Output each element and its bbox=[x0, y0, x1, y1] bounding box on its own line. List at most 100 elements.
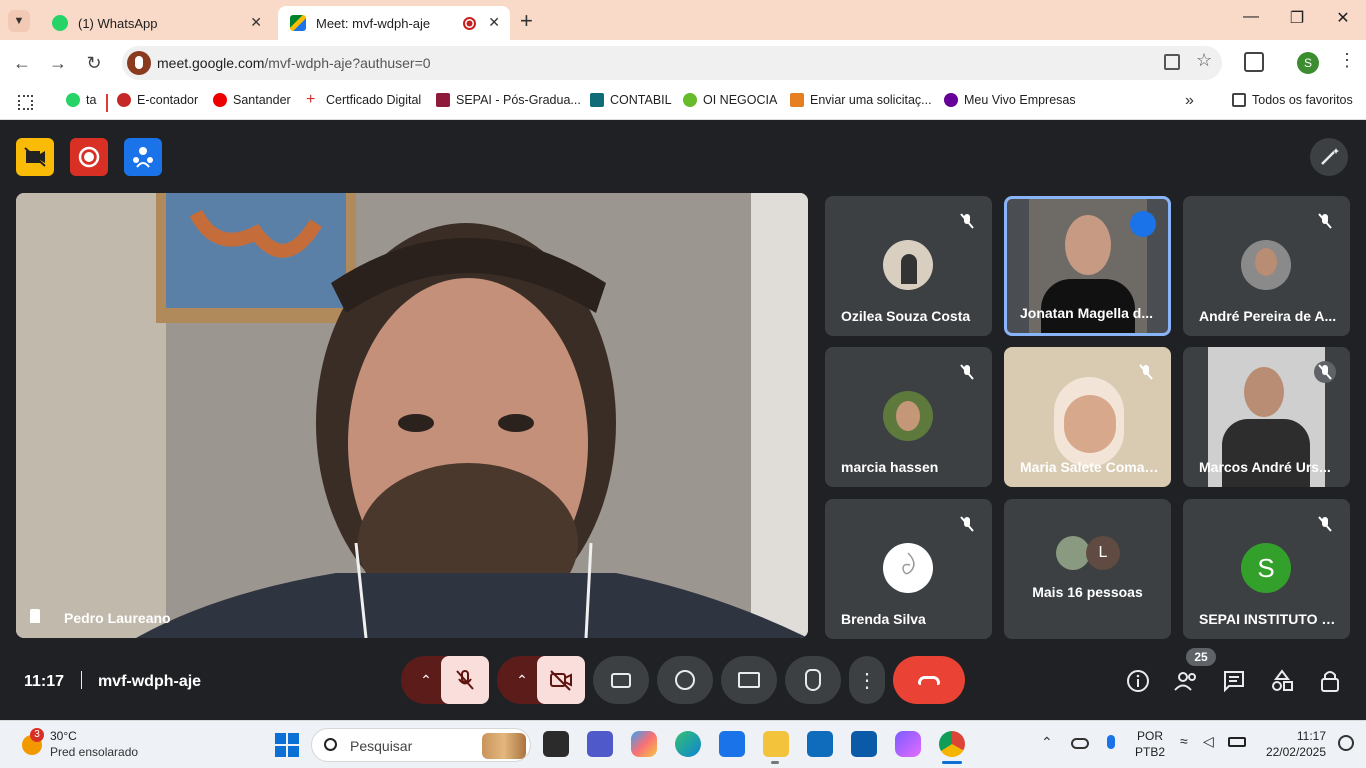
bookmark-divider bbox=[106, 94, 108, 112]
onedrive-icon[interactable] bbox=[1071, 738, 1089, 749]
active-app-indicator bbox=[771, 761, 779, 764]
chrome-icon[interactable] bbox=[939, 731, 965, 757]
outlook-icon[interactable] bbox=[807, 731, 833, 757]
system-clock[interactable]: 11:17 22/02/2025 bbox=[1256, 729, 1326, 759]
participant-name: SEPAI INSTITUTO S... bbox=[1199, 611, 1339, 627]
bookmark-e-contador[interactable]: E-contador bbox=[117, 93, 198, 107]
participant-tile[interactable]: Marcos André Urs... bbox=[1183, 347, 1350, 487]
mic-off-icon bbox=[956, 361, 978, 383]
activities-icon[interactable] bbox=[1269, 668, 1295, 694]
more-options-button[interactable]: ⋮ bbox=[849, 656, 885, 704]
end-call-icon bbox=[918, 675, 940, 685]
restore-button[interactable]: ❐ bbox=[1274, 8, 1320, 28]
whiteboard-button[interactable] bbox=[1310, 138, 1348, 176]
minimize-button[interactable]: — bbox=[1228, 8, 1274, 26]
participant-tile[interactable]: Brenda Silva bbox=[825, 499, 992, 639]
menu-icon[interactable]: ⋮ bbox=[1338, 50, 1356, 71]
hide-self-view-button[interactable] bbox=[16, 138, 54, 176]
bookmark-star-icon[interactable]: ☆ bbox=[1196, 50, 1212, 71]
outlook-classic-icon[interactable] bbox=[851, 731, 877, 757]
participant-tile[interactable]: André Pereira de A... bbox=[1183, 196, 1350, 336]
participant-tile[interactable]: Ozilea Souza Costa bbox=[825, 196, 992, 336]
recording-button[interactable] bbox=[70, 138, 108, 176]
mic-off-icon bbox=[956, 513, 978, 535]
pin-icon[interactable] bbox=[30, 609, 40, 623]
all-bookmarks[interactable]: Todos os favoritos bbox=[1232, 93, 1353, 107]
participant-tile[interactable]: marcia hassen bbox=[825, 347, 992, 487]
mic-toggle-button[interactable] bbox=[441, 656, 489, 704]
reload-button[interactable]: ↻ bbox=[81, 50, 107, 76]
meeting-details-icon[interactable] bbox=[1125, 668, 1151, 694]
open-in-app-icon[interactable] bbox=[1164, 54, 1180, 70]
chevron-up-icon[interactable]: ⌃ bbox=[1041, 734, 1053, 751]
host-controls-button[interactable] bbox=[124, 138, 162, 176]
bookmark-sepai[interactable]: SEPAI - Pós-Gradua... bbox=[436, 93, 581, 107]
file-explorer-icon[interactable] bbox=[763, 731, 789, 757]
tab-title: Meet: mvf-wdph-aje bbox=[316, 15, 431, 31]
keyboard-layout: PTB2 bbox=[1134, 745, 1165, 759]
volume-icon[interactable]: ◁ bbox=[1203, 733, 1214, 750]
leave-call-button[interactable] bbox=[893, 656, 965, 704]
language-indicator[interactable]: POR PTB2 bbox=[1132, 729, 1168, 759]
forward-button[interactable]: → bbox=[45, 50, 71, 76]
bookmark-enviar[interactable]: Enviar uma solicitaç... bbox=[790, 93, 932, 107]
task-view-icon[interactable] bbox=[543, 731, 569, 757]
vivo-icon bbox=[944, 93, 958, 107]
avatar bbox=[883, 391, 933, 441]
edge-icon[interactable] bbox=[675, 731, 701, 757]
weather-text: Pred ensolarado bbox=[50, 745, 139, 759]
url-path: /mvf-wdph-aje?authuser=0 bbox=[264, 55, 431, 71]
close-window-button[interactable]: ✕ bbox=[1320, 8, 1366, 28]
teams-icon[interactable] bbox=[587, 731, 613, 757]
host-lock-icon[interactable] bbox=[1317, 668, 1343, 694]
bookmark-certificado[interactable]: + Certficado Digital bbox=[306, 92, 421, 108]
people-icon[interactable] bbox=[1173, 668, 1199, 694]
participant-tile-speaking[interactable]: Jonatan Magella d... bbox=[1004, 196, 1171, 336]
taskbar-search[interactable]: Pesquisar bbox=[311, 728, 531, 762]
captions-button[interactable] bbox=[593, 656, 649, 704]
present-screen-button[interactable] bbox=[721, 656, 777, 704]
tab-meet[interactable]: Meet: mvf-wdph-aje ✕ bbox=[278, 6, 510, 40]
mic-off-icon bbox=[456, 670, 474, 690]
tab-whatsapp[interactable]: (1) WhatsApp ✕ bbox=[40, 6, 272, 40]
active-app-indicator bbox=[942, 761, 962, 764]
windows-start-icon[interactable] bbox=[275, 733, 299, 757]
reactions-button[interactable] bbox=[657, 656, 713, 704]
raise-hand-button[interactable] bbox=[785, 656, 841, 704]
participant-name: Maria Salete Comar... bbox=[1020, 459, 1160, 475]
address-bar[interactable]: meet.google.com/mvf-wdph-aje?authuser=0 … bbox=[122, 46, 1222, 80]
clock-time: 11:17 bbox=[1296, 729, 1326, 743]
apps-grid-icon[interactable] bbox=[18, 95, 33, 110]
close-icon[interactable]: ✕ bbox=[250, 14, 262, 31]
battery-icon[interactable] bbox=[1228, 737, 1246, 747]
bookmark-contabil[interactable]: CONTABIL bbox=[590, 93, 672, 107]
close-icon[interactable]: ✕ bbox=[488, 14, 500, 31]
microphone-icon[interactable] bbox=[1107, 735, 1115, 749]
participant-tile[interactable]: Maria Salete Comar... bbox=[1004, 347, 1171, 487]
notifications-icon[interactable] bbox=[1338, 735, 1354, 751]
participant-tile[interactable]: S SEPAI INSTITUTO S... bbox=[1183, 499, 1350, 639]
wifi-icon[interactable]: ≈ bbox=[1180, 733, 1188, 749]
more-participants-tile[interactable]: L Mais 16 pessoas bbox=[1004, 499, 1171, 639]
tab-search-button[interactable]: ▼ bbox=[8, 10, 30, 32]
bookmark-oi-negocia[interactable]: OI NEGOCIA bbox=[683, 93, 777, 107]
copilot-app-icon[interactable] bbox=[895, 731, 921, 757]
copilot-icon[interactable] bbox=[631, 731, 657, 757]
google-meet-icon bbox=[290, 15, 306, 31]
bookmark-santander[interactable]: Santander bbox=[213, 93, 291, 107]
bookmark-ta[interactable]: ta bbox=[66, 93, 96, 107]
tab-strip: ▼ (1) WhatsApp ✕ Meet: mvf-wdph-aje ✕ + … bbox=[0, 0, 1366, 40]
main-speaker-video[interactable]: Pedro Laureano bbox=[16, 193, 808, 638]
store-icon[interactable] bbox=[719, 731, 745, 757]
camera-toggle-button[interactable] bbox=[537, 656, 585, 704]
extensions-icon[interactable] bbox=[1244, 52, 1264, 72]
profile-avatar[interactable]: S bbox=[1297, 52, 1319, 74]
divider bbox=[80, 671, 82, 689]
more-bookmarks-icon[interactable]: » bbox=[1185, 92, 1194, 110]
back-button[interactable]: ← bbox=[9, 50, 35, 76]
chat-icon[interactable] bbox=[1221, 668, 1247, 694]
more-participants-label: Mais 16 pessoas bbox=[1032, 584, 1143, 600]
weather-widget[interactable]: 3 30°C Pred ensolarado bbox=[18, 727, 158, 763]
bookmark-meu-vivo[interactable]: Meu Vivo Empresas bbox=[944, 93, 1076, 107]
new-tab-button[interactable]: + bbox=[520, 8, 533, 34]
